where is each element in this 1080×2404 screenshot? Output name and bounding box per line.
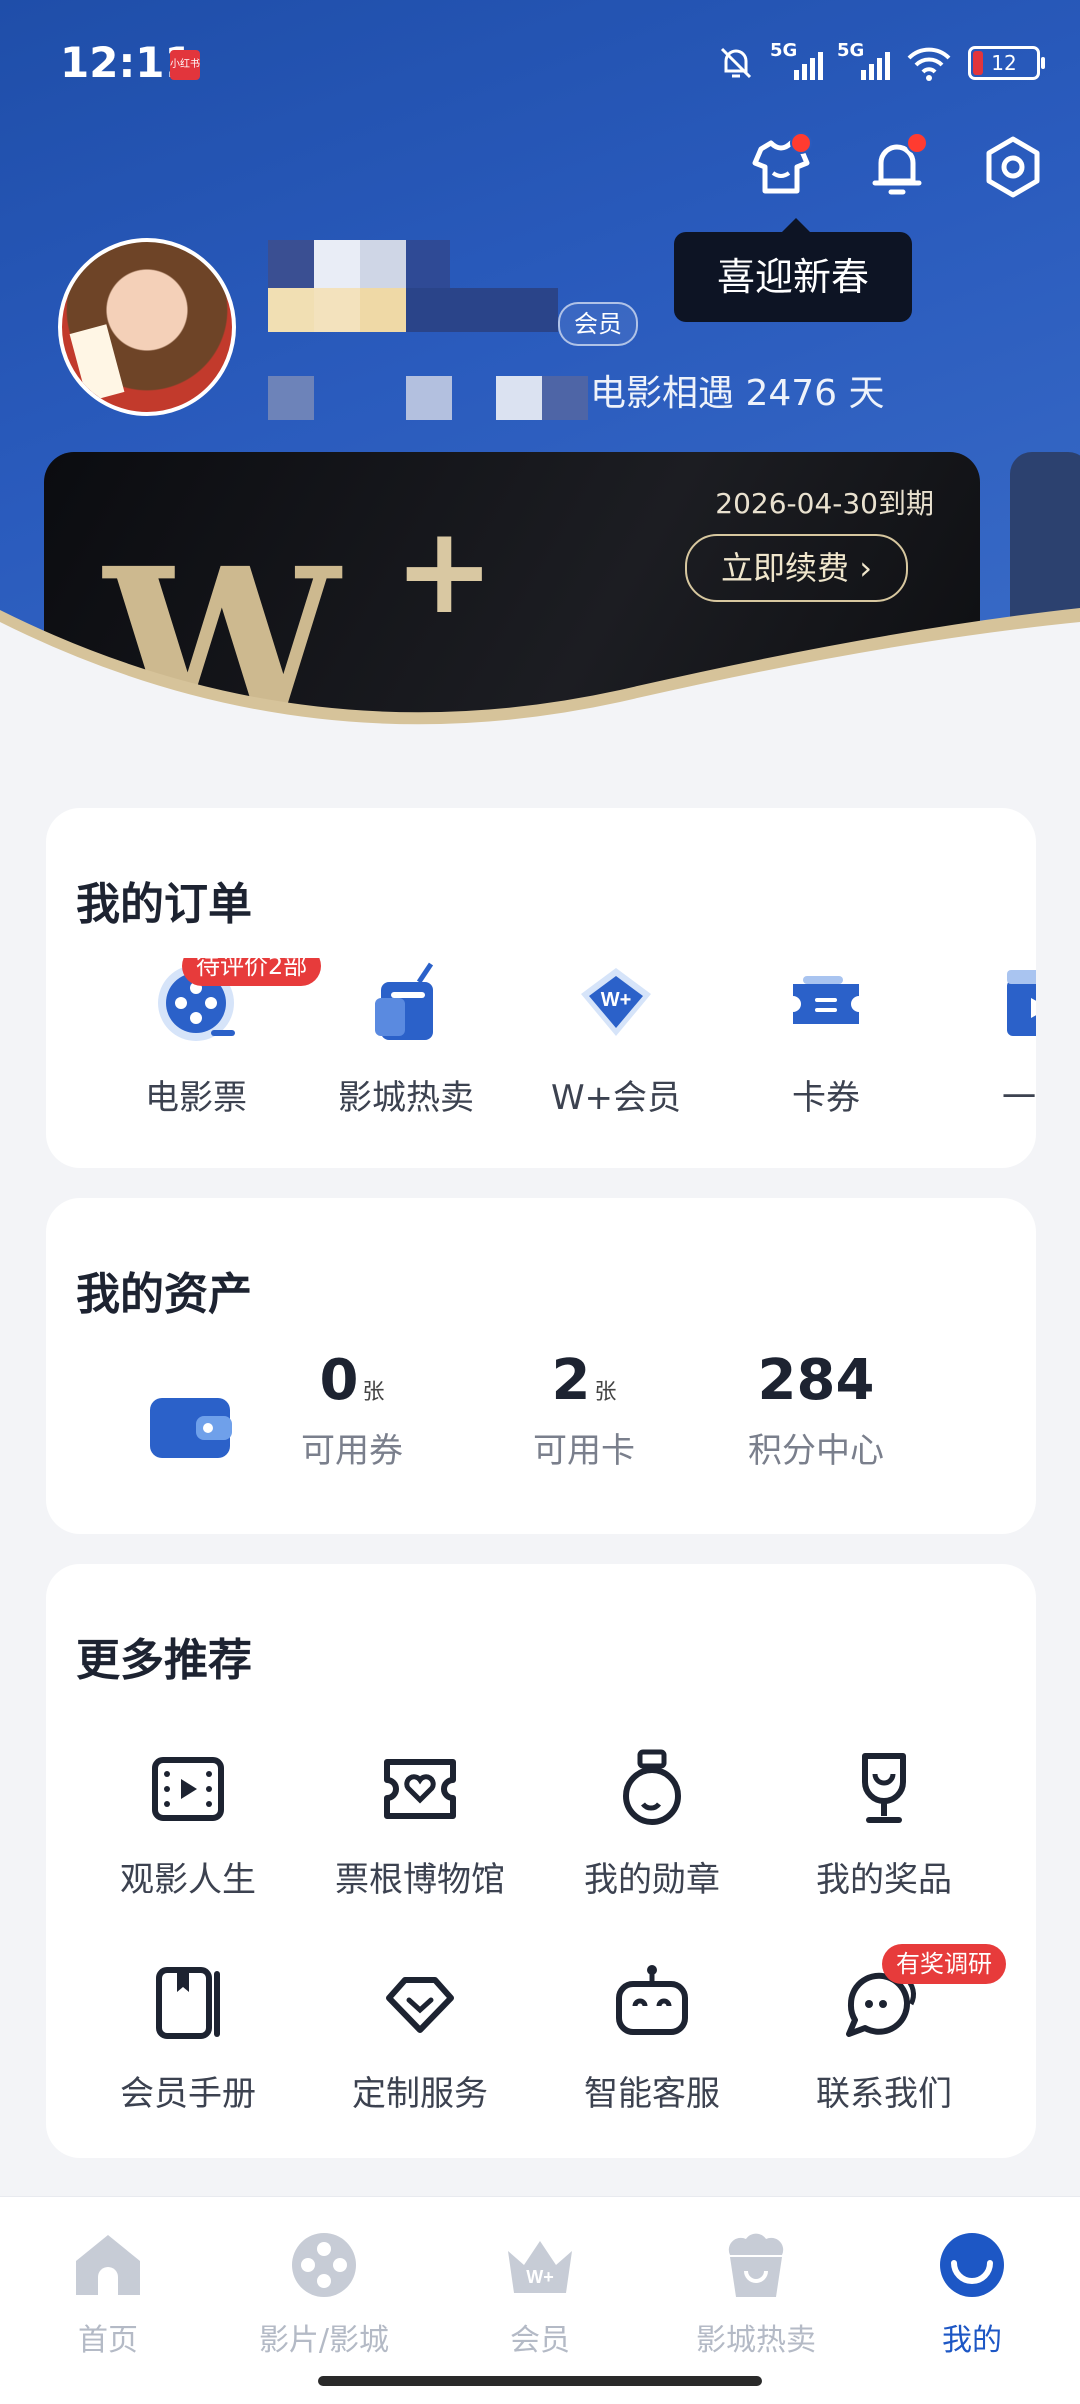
tab-mine[interactable]: 我的 bbox=[864, 2225, 1080, 2359]
asset-available-coupons[interactable]: 0张 可用券 bbox=[242, 1348, 462, 1472]
tab-home[interactable]: 首页 bbox=[0, 2225, 216, 2359]
tab-cinema-sale[interactable]: 影城热卖 bbox=[648, 2225, 864, 2359]
diamond-icon bbox=[386, 1977, 454, 2033]
trophy-icon bbox=[862, 1753, 906, 1823]
header-actions bbox=[744, 130, 1050, 204]
w-plus-diamond-icon: W+ bbox=[581, 968, 651, 1036]
medal-icon bbox=[623, 1749, 681, 1825]
tab-member[interactable]: W+ 会员 bbox=[432, 2225, 648, 2359]
battery-icon: 12 bbox=[968, 46, 1045, 80]
svg-text:W+: W+ bbox=[601, 989, 632, 1011]
rec-my-medals[interactable]: 我的勋章 bbox=[532, 1744, 772, 1901]
assets-card: 我的资产 0张 可用券 2张 可用卡 284 积分中心 bbox=[46, 1198, 1036, 1534]
asset-available-cards[interactable]: 2张 可用卡 bbox=[474, 1348, 694, 1472]
assets-title: 我的资产 bbox=[76, 1269, 252, 1320]
home-indicator[interactable] bbox=[318, 2376, 762, 2386]
status-icons: 5G 5G 12 bbox=[716, 38, 1045, 88]
notification-button[interactable] bbox=[860, 130, 934, 204]
more-card: 更多推荐 观影人生 票根博物馆 我的勋章 我的奖品 会员手册 定制服务 智能客服… bbox=[46, 1564, 1036, 2158]
film-reel-icon bbox=[292, 2233, 356, 2297]
wallet-icon[interactable] bbox=[146, 1392, 236, 1464]
wifi-icon bbox=[907, 47, 951, 81]
home-icon bbox=[76, 2235, 140, 2295]
rec-smart-support[interactable]: 智能客服 bbox=[532, 1958, 772, 2115]
ticket-coupon-icon bbox=[793, 976, 859, 1024]
signal-icon: 5G bbox=[837, 40, 890, 80]
popcorn-bag-icon bbox=[375, 962, 434, 1040]
asset-points-center[interactable]: 284 积分中心 bbox=[706, 1348, 926, 1472]
days-with-movies: 电影相遇 2476 天 bbox=[590, 373, 885, 414]
order-item-wplus-member[interactable]: W+ W+会员 bbox=[516, 958, 716, 1119]
new-year-tooltip[interactable]: 喜迎新春 bbox=[674, 218, 912, 322]
robot-icon bbox=[616, 1965, 688, 2035]
avatar[interactable] bbox=[58, 238, 236, 416]
film-frame-icon bbox=[152, 1757, 224, 1821]
crown-icon: W+ bbox=[508, 2241, 572, 2293]
tab-films-cinemas[interactable]: 影片/影城 bbox=[216, 2225, 432, 2359]
bottom-tab-bar: 首页 影片/影城 W+ 会员 影城热卖 我的 bbox=[0, 2196, 1080, 2404]
popcorn-icon bbox=[728, 2233, 784, 2297]
asset-items: 0张 可用券 2张 可用卡 284 积分中心 bbox=[46, 1348, 1036, 1498]
order-item-together[interactable]: 一起 bbox=[936, 958, 1036, 1119]
signal-icon: 5G bbox=[770, 40, 823, 80]
pending-review-badge: 待评价2部 bbox=[182, 958, 322, 986]
membership-expiry: 2026-04-30到期 bbox=[715, 487, 934, 520]
notification-app-icon: 小红书 bbox=[170, 50, 200, 80]
settings-button[interactable] bbox=[976, 130, 1050, 204]
settings-hexagon-icon bbox=[986, 136, 1040, 198]
rec-ticket-museum[interactable]: 票根博物馆 bbox=[300, 1744, 540, 1901]
smile-profile-icon bbox=[940, 2233, 1004, 2297]
rec-viewing-life[interactable]: 观影人生 bbox=[68, 1744, 308, 1901]
rec-custom-service[interactable]: 定制服务 bbox=[300, 1958, 540, 2115]
ticket-heart-icon bbox=[384, 1759, 456, 1819]
order-item-coupons[interactable]: 卡券 bbox=[726, 958, 926, 1119]
unread-dot bbox=[790, 132, 812, 154]
status-bar: 12:11 小红书 5G 5G 12 bbox=[0, 0, 1080, 130]
mute-bell-icon bbox=[720, 47, 752, 79]
rec-member-handbook[interactable]: 会员手册 bbox=[68, 1958, 308, 2115]
order-items: 电影票 影城热卖 W+ W+会员 卡券 一起 待评价2部 bbox=[46, 958, 1036, 1128]
svg-text:W+: W+ bbox=[526, 2267, 554, 2287]
rec-my-prizes[interactable]: 我的奖品 bbox=[764, 1744, 1004, 1901]
handbook-icon bbox=[156, 1967, 220, 2039]
unread-dot bbox=[906, 132, 928, 154]
orders-card: 我的订单 电影票 影城热卖 W+ W+会员 卡券 一起 待评价2部 bbox=[46, 808, 1036, 1168]
tshirt-skin-button[interactable] bbox=[744, 130, 818, 204]
video-clapper-icon bbox=[1007, 970, 1036, 1036]
more-title: 更多推荐 bbox=[76, 1635, 252, 1686]
profile-header: 12:11 小红书 5G 5G 12 会员 电影相遇 2476 天 W + 20… bbox=[0, 0, 1080, 760]
survey-badge: 有奖调研 bbox=[882, 1944, 1006, 1984]
orders-title: 我的订单 bbox=[76, 879, 252, 930]
header-wave bbox=[0, 608, 1080, 760]
order-item-cinema-sale[interactable]: 影城热卖 bbox=[306, 958, 506, 1119]
member-tag: 会员 bbox=[558, 302, 638, 346]
